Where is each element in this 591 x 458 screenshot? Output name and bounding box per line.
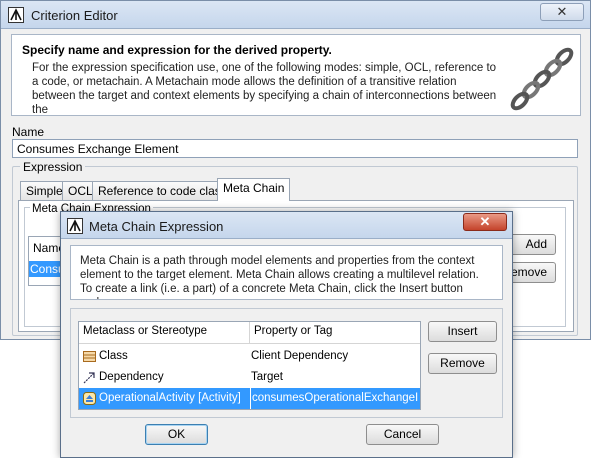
app-logo-icon <box>67 218 83 234</box>
window-title: Criterion Editor <box>31 8 118 23</box>
description-panel: Specify name and expression for the deri… <box>11 34 581 116</box>
table-row[interactable]: Class Client Dependency <box>79 346 420 367</box>
cell-metaclass: Dependency <box>99 371 164 383</box>
dialog-description: Meta Chain is a path through model eleme… <box>80 255 479 299</box>
cell-metaclass: OperationalActivity [Activity] <box>99 392 241 404</box>
meta-chain-table[interactable]: Metaclass or Stereotype Property or Tag … <box>78 321 421 410</box>
header-title: Specify name and expression for the deri… <box>22 43 332 57</box>
column-divider[interactable] <box>249 322 250 344</box>
window-titlebar[interactable]: Criterion Editor ✕ <box>1 1 590 29</box>
cancel-button[interactable]: Cancel <box>366 424 439 445</box>
tab-reference-to-code-class[interactable]: Reference to code class <box>92 181 233 200</box>
name-label: Name <box>12 125 45 139</box>
operational-activity-icon <box>83 392 96 405</box>
header-description: For the expression specification use, on… <box>32 62 497 116</box>
dialog-title: Meta Chain Expression <box>89 219 224 234</box>
class-icon <box>83 351 96 362</box>
insert-button[interactable]: Insert <box>428 321 497 342</box>
tab-meta-chain[interactable]: Meta Chain <box>217 178 291 201</box>
column-header-metaclass[interactable]: Metaclass or Stereotype <box>83 325 207 337</box>
table-header: Metaclass or Stereotype Property or Tag <box>79 322 420 344</box>
cell-property: Target <box>251 371 283 383</box>
dialog-titlebar[interactable]: Meta Chain Expression ✕ <box>61 212 512 239</box>
window-close-button[interactable]: ✕ <box>540 3 584 21</box>
table-row[interactable]: Dependency Target <box>79 367 420 388</box>
ok-button[interactable]: OK <box>145 424 208 445</box>
expression-label: Expression <box>20 160 86 174</box>
meta-chain-expression-dialog: Meta Chain Expression ✕ Meta Chain is a … <box>60 211 513 458</box>
chain-links-icon <box>510 47 574 111</box>
cell-property: Client Dependency <box>251 350 349 362</box>
app-logo-icon <box>8 7 24 23</box>
remove-button[interactable]: Remove <box>428 353 497 374</box>
column-header-property[interactable]: Property or Tag <box>254 325 332 337</box>
dialog-description-panel: Meta Chain is a path through model eleme… <box>70 245 503 300</box>
cell-property: consumesOperationalExchangeI... <box>250 388 418 409</box>
cell-metaclass: Class <box>99 350 128 362</box>
name-input[interactable]: Consumes Exchange Element <box>12 139 578 158</box>
dialog-close-button[interactable]: ✕ <box>463 213 507 231</box>
dependency-arrow-icon <box>83 372 95 384</box>
table-row-selected[interactable]: OperationalActivity [Activity] consumesO… <box>79 388 420 409</box>
